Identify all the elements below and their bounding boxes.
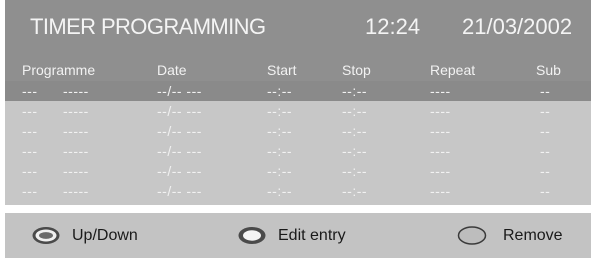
col-programme: Programme [22,62,96,78]
col-start: Start [267,62,297,78]
cell-stop: --:-- [342,123,368,139]
page-title: TIMER PROGRAMMING [30,14,266,39]
cell-prog-name: ----- [63,143,89,159]
table-row[interactable]: --- ----- --/-- --- --:-- --:-- ---- -- [5,161,591,181]
cell-sub: -- [540,123,551,139]
cell-start: --:-- [267,143,293,159]
cell-start: --:-- [267,163,293,179]
cell-prog-name: ----- [63,123,89,139]
cell-prog-num: --- [22,103,38,119]
cell-prog-num: --- [22,183,38,199]
cell-stop: --:-- [342,103,368,119]
cell-sub: -- [540,83,551,99]
clock-time: 12:24 [365,14,421,39]
cell-prog-name: ----- [63,183,89,199]
table-row[interactable]: --- ----- --/-- --- --:-- --:-- ---- -- [5,141,591,161]
cell-repeat: ---- [430,163,451,179]
cell-repeat: ---- [430,143,451,159]
cell-start: --:-- [267,103,293,119]
cell-sub: -- [540,103,551,119]
cell-repeat: ---- [430,183,451,199]
col-stop: Stop [342,62,371,78]
col-sub: Sub [536,62,561,78]
cell-repeat: ---- [430,103,451,119]
cell-prog-num: --- [22,83,38,99]
cell-repeat: ---- [430,123,451,139]
oval-nav-ring-icon [32,227,60,244]
cell-date: --/-- --- [157,163,202,179]
cell-date: --/-- --- [157,143,202,159]
oval-plain-button-icon [457,226,487,245]
table-row[interactable]: --- ----- --/-- --- --:-- --:-- ---- -- [5,121,591,141]
cell-prog-name: ----- [63,163,89,179]
cell-sub: -- [540,183,551,199]
cell-start: --:-- [267,83,293,99]
table-row[interactable]: --- ----- --/-- --- --:-- --:-- ---- -- [5,81,591,101]
cell-date: --/-- --- [157,183,202,199]
col-date: Date [157,62,187,78]
cell-stop: --:-- [342,183,368,199]
cell-date: --/-- --- [157,123,202,139]
oval-ok-button-icon [238,227,266,244]
cell-prog-num: --- [22,163,38,179]
cell-prog-num: --- [22,123,38,139]
remove-label: Remove [503,227,563,244]
cell-stop: --:-- [342,83,368,99]
table-header: Programme Date Start Stop Repeat Sub [5,56,591,81]
cell-prog-name: ----- [63,103,89,119]
cell-date: --/-- --- [157,83,202,99]
cell-repeat: ---- [430,83,451,99]
cell-stop: --:-- [342,143,368,159]
table-row[interactable]: --- ----- --/-- --- --:-- --:-- ---- -- [5,181,591,201]
cell-sub: -- [540,143,551,159]
cell-stop: --:-- [342,163,368,179]
cell-prog-num: --- [22,143,38,159]
cell-date: --/-- --- [157,103,202,119]
up-down-label: Up/Down [72,227,138,244]
table-row[interactable]: --- ----- --/-- --- --:-- --:-- ---- -- [5,101,591,121]
clock-date: 21/03/2002 [462,14,573,39]
edit-entry-label: Edit entry [278,227,346,244]
footer-key-bar: Up/Down Edit entry Remove [5,213,591,258]
cell-sub: -- [540,163,551,179]
col-repeat: Repeat [430,62,476,78]
cell-start: --:-- [267,183,293,199]
timer-programming-screen: TIMER PROGRAMMING 12:24 21/03/2002 Progr… [5,0,591,259]
header-bar: TIMER PROGRAMMING 12:24 21/03/2002 [5,0,591,56]
cell-prog-name: ----- [63,83,89,99]
cell-start: --:-- [267,123,293,139]
